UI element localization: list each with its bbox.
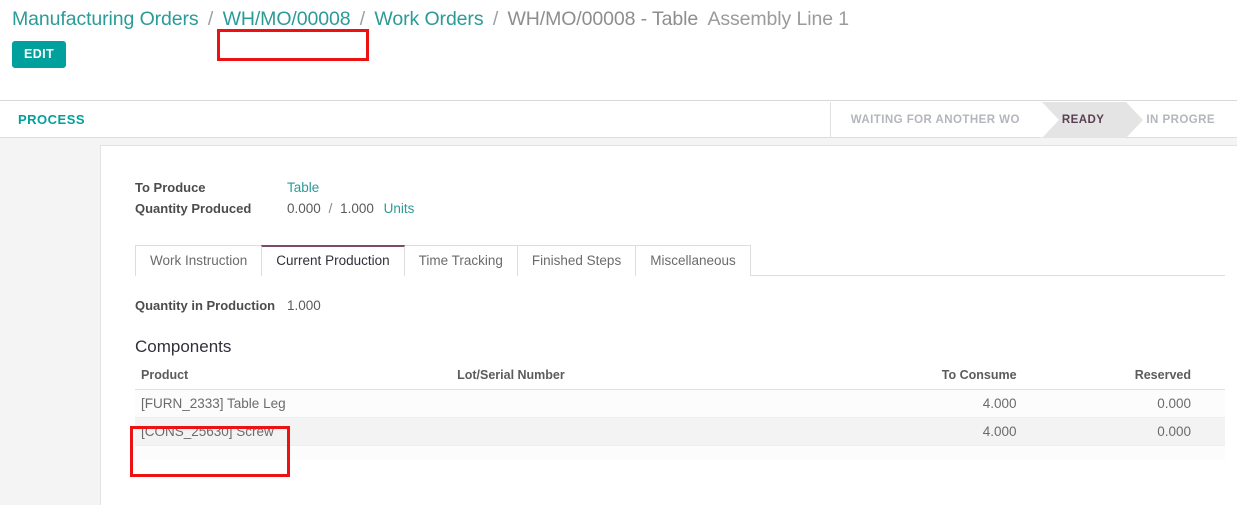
column-header-to-consume: To Consume bbox=[865, 366, 1051, 390]
notebook-tabs: Work Instruction Current Production Time… bbox=[135, 245, 1225, 277]
cell-reserved[interactable]: 0.000 bbox=[1050, 417, 1225, 446]
control-panel: Manufacturing Orders / WH/MO/00008 / Wor… bbox=[0, 0, 1237, 101]
field-to-produce-value: Table bbox=[287, 180, 319, 195]
cell-product[interactable]: [CONS_25630] Screw bbox=[135, 417, 452, 446]
tab-panel-current-production: Quantity in Production 1.000 Components … bbox=[135, 276, 1225, 460]
form-sheet: To Produce Table Quantity Produced 0.000… bbox=[100, 145, 1237, 505]
cell-to-consume[interactable]: 4.000 bbox=[865, 417, 1051, 446]
statusbar-stage-label: WAITING FOR ANOTHER WO bbox=[850, 114, 1020, 126]
field-quantity-in-production: Quantity in Production 1.000 bbox=[135, 298, 1225, 313]
product-link[interactable]: Table bbox=[287, 180, 319, 195]
table-row[interactable]: [FURN_2333] Table Leg 4.000 0.000 bbox=[135, 389, 1225, 418]
quantity-separator: / bbox=[328, 201, 333, 216]
column-header-reserved: Reserved bbox=[1050, 366, 1225, 390]
tab-miscellaneous[interactable]: Miscellaneous bbox=[635, 245, 751, 276]
field-quantity-produced: Quantity Produced 0.000 / 1.000 Units bbox=[135, 201, 1225, 216]
process-button[interactable]: PROCESS bbox=[0, 102, 99, 138]
field-quantity-in-production-label: Quantity in Production bbox=[135, 298, 276, 313]
tab-current-production[interactable]: Current Production bbox=[261, 245, 405, 277]
column-header-product: Product bbox=[135, 366, 452, 390]
cell-empty bbox=[865, 446, 1050, 460]
breadcrumb-item-wh-mo-00008[interactable]: WH/MO/00008 bbox=[223, 8, 351, 30]
cell-lot-serial-number[interactable] bbox=[451, 389, 866, 418]
breadcrumb-separator: / bbox=[359, 8, 366, 30]
components-table: Product Lot/Serial Number To Consume Res… bbox=[135, 366, 1225, 460]
statusbar-stage-label: IN PROGRE bbox=[1146, 114, 1215, 126]
field-quantity-produced-value: 0.000 / 1.000 Units bbox=[287, 201, 414, 216]
uom-link[interactable]: Units bbox=[384, 201, 415, 216]
table-row[interactable]: [CONS_25630] Screw 4.000 0.000 bbox=[135, 417, 1225, 446]
field-to-produce: To Produce Table bbox=[135, 180, 1225, 195]
breadcrumb-item-current-record: WH/MO/00008 - Table bbox=[507, 8, 699, 30]
record-name-field[interactable]: Assembly Line 1 bbox=[703, 5, 854, 34]
cell-to-consume[interactable]: 4.000 bbox=[865, 389, 1051, 418]
components-title: Components bbox=[135, 337, 232, 356]
tab-finished-steps[interactable]: Finished Steps bbox=[516, 245, 637, 276]
components-table-head: Product Lot/Serial Number To Consume Res… bbox=[135, 366, 1225, 390]
cell-empty bbox=[451, 446, 865, 460]
statusbar-row: PROCESS WAITING FOR ANOTHER WO READY IN … bbox=[0, 102, 1237, 138]
statusbar-stage-ready[interactable]: READY bbox=[1041, 102, 1143, 138]
quantity-target: 1.000 bbox=[340, 201, 374, 216]
statusbar-stage-label: READY bbox=[1061, 114, 1105, 126]
cell-empty bbox=[135, 446, 451, 460]
components-table-body: [FURN_2333] Table Leg 4.000 0.000 [CONS_… bbox=[135, 389, 1225, 460]
table-row-empty bbox=[135, 445, 1225, 460]
breadcrumb-item-manufacturing-orders[interactable]: Manufacturing Orders bbox=[12, 8, 199, 30]
cell-lot-serial-number[interactable] bbox=[451, 417, 866, 446]
cell-reserved[interactable]: 0.000 bbox=[1050, 389, 1225, 418]
statusbar-stage-waiting-for-another-wo[interactable]: WAITING FOR ANOTHER WO bbox=[831, 102, 1058, 138]
tab-time-tracking[interactable]: Time Tracking bbox=[403, 245, 518, 276]
field-quantity-in-production-value[interactable]: 1.000 bbox=[287, 298, 321, 313]
cell-product[interactable]: [FURN_2333] Table Leg bbox=[135, 389, 452, 418]
breadcrumb-item-work-orders[interactable]: Work Orders bbox=[374, 8, 483, 30]
field-to-produce-label: To Produce bbox=[135, 180, 206, 195]
edit-button[interactable]: EDIT bbox=[12, 41, 67, 68]
quantity-produced-input[interactable]: 0.000 bbox=[287, 201, 321, 216]
breadcrumb-separator: / bbox=[207, 8, 214, 30]
table-header-row: Product Lot/Serial Number To Consume Res… bbox=[135, 366, 1225, 390]
tab-work-instruction[interactable]: Work Instruction bbox=[135, 245, 263, 276]
breadcrumb-separator: / bbox=[492, 8, 499, 30]
work-order-form-page: Manufacturing Orders / WH/MO/00008 / Wor… bbox=[0, 0, 1237, 505]
statusbar-spacer bbox=[99, 102, 830, 137]
cell-empty bbox=[1051, 446, 1225, 460]
field-quantity-produced-label: Quantity Produced bbox=[135, 201, 252, 216]
breadcrumb: Manufacturing Orders / WH/MO/00008 / Wor… bbox=[0, 5, 1237, 34]
column-header-lot-serial-number: Lot/Serial Number bbox=[451, 366, 866, 390]
statusbar-stages: WAITING FOR ANOTHER WO READY IN PROGRE bbox=[829, 102, 1237, 138]
